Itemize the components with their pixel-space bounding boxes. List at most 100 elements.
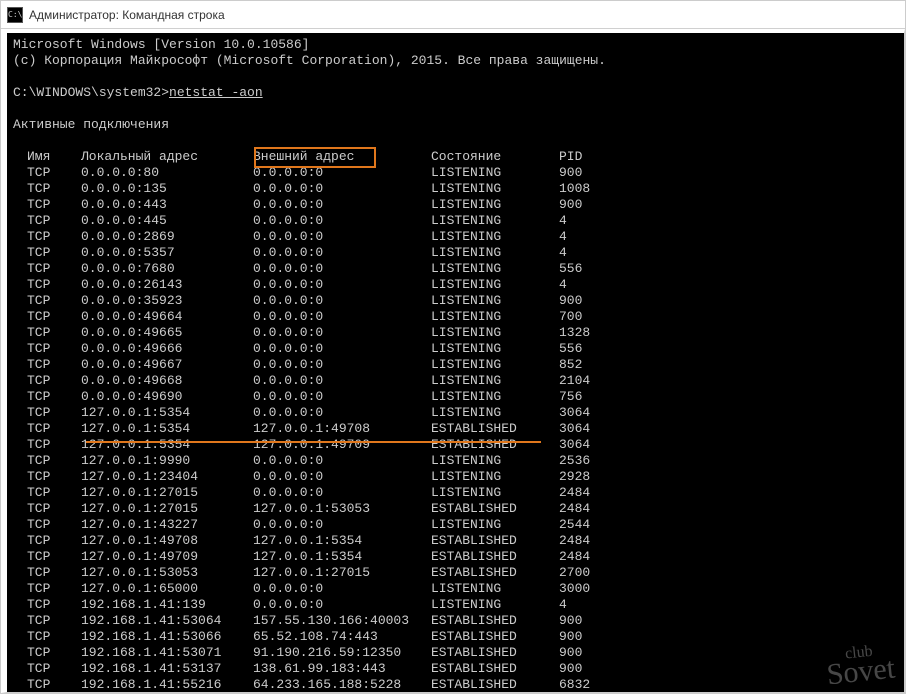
cell-foreign: 0.0.0.0:0 <box>253 197 431 213</box>
command-prompt-window: C:\ Администратор: Командная строка Micr… <box>0 0 906 694</box>
terminal-output[interactable]: Microsoft Windows [Version 10.0.10586] (… <box>1 29 905 693</box>
section-title: Активные подключения <box>13 117 900 133</box>
cell-state: LISTENING <box>431 165 559 181</box>
netstat-row: TCP127.0.0.1:432270.0.0.0:0LISTENING2544 <box>13 517 900 533</box>
netstat-row: TCP0.0.0.0:261430.0.0.0:0LISTENING4 <box>13 277 900 293</box>
netstat-row: TCP127.0.0.1:49709127.0.0.1:5354ESTABLIS… <box>13 549 900 565</box>
cell-proto: TCP <box>27 549 81 565</box>
cell-proto: TCP <box>27 581 81 597</box>
cell-pid: 4 <box>559 277 567 293</box>
cell-proto: TCP <box>27 613 81 629</box>
netstat-row: TCP127.0.0.1:99900.0.0.0:0LISTENING2536 <box>13 453 900 469</box>
netstat-row: TCP127.0.0.1:5354127.0.0.1:49709ESTABLIS… <box>13 437 900 453</box>
cell-foreign: 65.52.108.74:443 <box>253 629 431 645</box>
cell-pid: 756 <box>559 389 582 405</box>
cell-state: LISTENING <box>431 357 559 373</box>
cell-local: 127.0.0.1:5354 <box>81 437 253 453</box>
cell-local: 127.0.0.1:27015 <box>81 485 253 501</box>
cell-pid: 2484 <box>559 501 590 517</box>
cell-pid: 3064 <box>559 437 590 453</box>
cell-proto: TCP <box>27 629 81 645</box>
cell-proto: TCP <box>27 645 81 661</box>
cell-foreign: 0.0.0.0:0 <box>253 389 431 405</box>
cell-foreign: 0.0.0.0:0 <box>253 373 431 389</box>
cell-proto: TCP <box>27 197 81 213</box>
netstat-row: TCP192.168.1.41:53064157.55.130.166:4000… <box>13 613 900 629</box>
cell-local: 127.0.0.1:53053 <box>81 565 253 581</box>
cell-pid: 556 <box>559 341 582 357</box>
cell-local: 0.0.0.0:49665 <box>81 325 253 341</box>
netstat-row: TCP127.0.0.1:53540.0.0.0:0LISTENING3064 <box>13 405 900 421</box>
cell-state: LISTENING <box>431 453 559 469</box>
cell-local: 192.168.1.41:53066 <box>81 629 253 645</box>
cell-foreign: 138.61.99.183:443 <box>253 661 431 677</box>
cell-pid: 2484 <box>559 533 590 549</box>
cell-foreign: 0.0.0.0:0 <box>253 581 431 597</box>
cell-local: 127.0.0.1:23404 <box>81 469 253 485</box>
netstat-row: TCP0.0.0.0:496640.0.0.0:0LISTENING700 <box>13 309 900 325</box>
cell-state: ESTABLISHED <box>431 677 559 693</box>
cell-local: 127.0.0.1:49709 <box>81 549 253 565</box>
cell-local: 0.0.0.0:445 <box>81 213 253 229</box>
cell-proto: TCP <box>27 341 81 357</box>
cell-state: LISTENING <box>431 229 559 245</box>
cell-local: 0.0.0.0:80 <box>81 165 253 181</box>
netstat-row: TCP127.0.0.1:650000.0.0.0:0LISTENING3000 <box>13 581 900 597</box>
cell-state: LISTENING <box>431 213 559 229</box>
cell-pid: 4 <box>559 229 567 245</box>
cell-proto: TCP <box>27 501 81 517</box>
netstat-row: TCP127.0.0.1:53053127.0.0.1:27015ESTABLI… <box>13 565 900 581</box>
cell-local: 0.0.0.0:5357 <box>81 245 253 261</box>
cell-foreign: 0.0.0.0:0 <box>253 485 431 501</box>
cell-proto: TCP <box>27 213 81 229</box>
cell-foreign: 127.0.0.1:53053 <box>253 501 431 517</box>
cell-local: 0.0.0.0:35923 <box>81 293 253 309</box>
cell-pid: 2536 <box>559 453 590 469</box>
cell-proto: TCP <box>27 437 81 453</box>
cell-local: 0.0.0.0:49666 <box>81 341 253 357</box>
cell-pid: 2104 <box>559 373 590 389</box>
netstat-row: TCP0.0.0.0:496650.0.0.0:0LISTENING1328 <box>13 325 900 341</box>
cell-local: 0.0.0.0:49664 <box>81 309 253 325</box>
cell-local: 0.0.0.0:26143 <box>81 277 253 293</box>
cell-pid: 900 <box>559 165 582 181</box>
cell-foreign: 0.0.0.0:0 <box>253 245 431 261</box>
col-pid-header: PID <box>559 149 582 165</box>
cell-proto: TCP <box>27 309 81 325</box>
netstat-row: TCP0.0.0.0:53570.0.0.0:0LISTENING4 <box>13 245 900 261</box>
cell-pid: 3064 <box>559 421 590 437</box>
cell-foreign: 0.0.0.0:0 <box>253 469 431 485</box>
netstat-row: TCP0.0.0.0:359230.0.0.0:0LISTENING900 <box>13 293 900 309</box>
cell-foreign: 64.233.165.188:5228 <box>253 677 431 693</box>
netstat-row: TCP0.0.0.0:76800.0.0.0:0LISTENING556 <box>13 261 900 277</box>
cell-state: LISTENING <box>431 597 559 613</box>
cell-proto: TCP <box>27 229 81 245</box>
cell-foreign: 0.0.0.0:0 <box>253 309 431 325</box>
cell-proto: TCP <box>27 373 81 389</box>
netstat-row: TCP127.0.0.1:27015127.0.0.1:53053ESTABLI… <box>13 501 900 517</box>
cell-pid: 556 <box>559 261 582 277</box>
cell-state: LISTENING <box>431 245 559 261</box>
cell-foreign: 0.0.0.0:0 <box>253 181 431 197</box>
cell-pid: 900 <box>559 293 582 309</box>
cell-pid: 1328 <box>559 325 590 341</box>
cell-pid: 900 <box>559 613 582 629</box>
titlebar[interactable]: C:\ Администратор: Командная строка <box>1 1 905 29</box>
cell-local: 192.168.1.41:55216 <box>81 677 253 693</box>
cell-state: ESTABLISHED <box>431 661 559 677</box>
cell-pid: 4 <box>559 245 567 261</box>
cell-state: LISTENING <box>431 309 559 325</box>
cell-pid: 3000 <box>559 581 590 597</box>
cell-proto: TCP <box>27 469 81 485</box>
netstat-row: TCP0.0.0.0:4430.0.0.0:0LISTENING900 <box>13 197 900 213</box>
cell-local: 0.0.0.0:7680 <box>81 261 253 277</box>
netstat-row: TCP127.0.0.1:234040.0.0.0:0LISTENING2928 <box>13 469 900 485</box>
cell-foreign: 127.0.0.1:5354 <box>253 533 431 549</box>
cell-state: LISTENING <box>431 261 559 277</box>
blank-line <box>13 69 900 85</box>
cell-foreign: 0.0.0.0:0 <box>253 165 431 181</box>
cell-state: ESTABLISHED <box>431 549 559 565</box>
cell-pid: 2484 <box>559 485 590 501</box>
cell-local: 0.0.0.0:443 <box>81 197 253 213</box>
cell-state: LISTENING <box>431 181 559 197</box>
